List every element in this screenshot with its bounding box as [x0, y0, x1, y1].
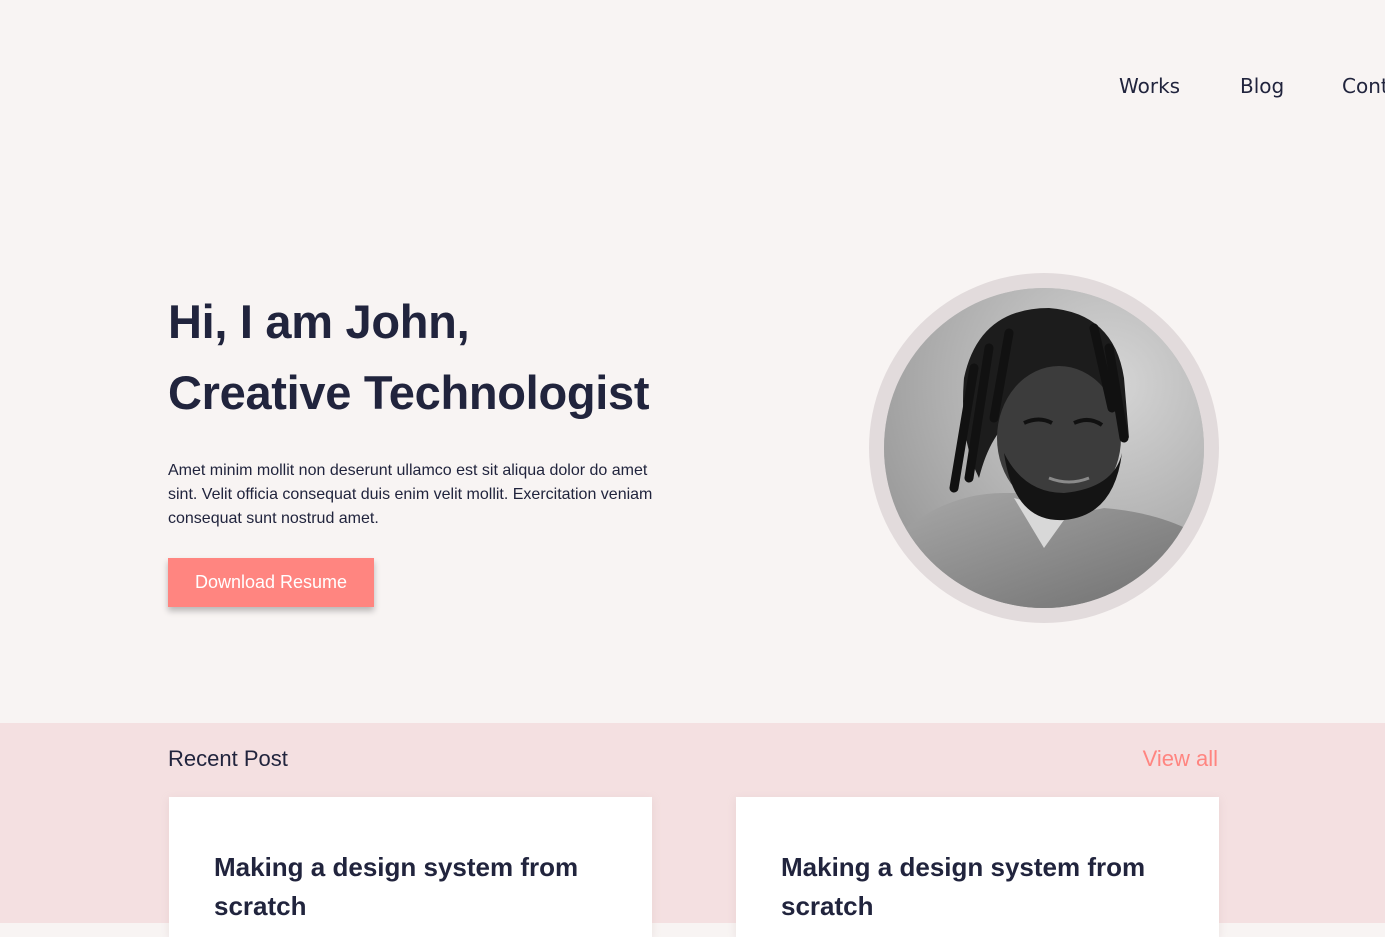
recent-posts-section: Recent Post View all Making a design sys… — [0, 723, 1385, 937]
avatar-frame — [869, 273, 1219, 623]
hero-title: Hi, I am John, Creative Technologist — [168, 286, 650, 428]
hero-title-line2: Creative Technologist — [168, 366, 650, 419]
recent-posts-title: Recent Post — [168, 746, 288, 771]
main-nav: Works Blog Contact — [0, 72, 1385, 102]
nav-link-blog[interactable]: Blog — [1240, 72, 1284, 100]
nav-link-works[interactable]: Works — [1119, 72, 1180, 100]
avatar-portrait-image — [884, 288, 1204, 608]
post-card[interactable]: Making a design system from scratch — [736, 797, 1219, 937]
post-card[interactable]: Making a design system from scratch — [169, 797, 652, 937]
post-title[interactable]: Making a design system from scratch — [214, 848, 604, 926]
avatar — [884, 288, 1204, 608]
post-title[interactable]: Making a design system from scratch — [781, 848, 1171, 926]
nav-link-contact[interactable]: Contact — [1342, 72, 1385, 100]
hero-description: Amet minim mollit non deserunt ullamco e… — [168, 462, 653, 527]
view-all-link[interactable]: View all — [1143, 745, 1218, 773]
download-resume-button[interactable]: Download Resume — [168, 558, 374, 607]
hero-title-line1: Hi, I am John, — [168, 295, 470, 348]
